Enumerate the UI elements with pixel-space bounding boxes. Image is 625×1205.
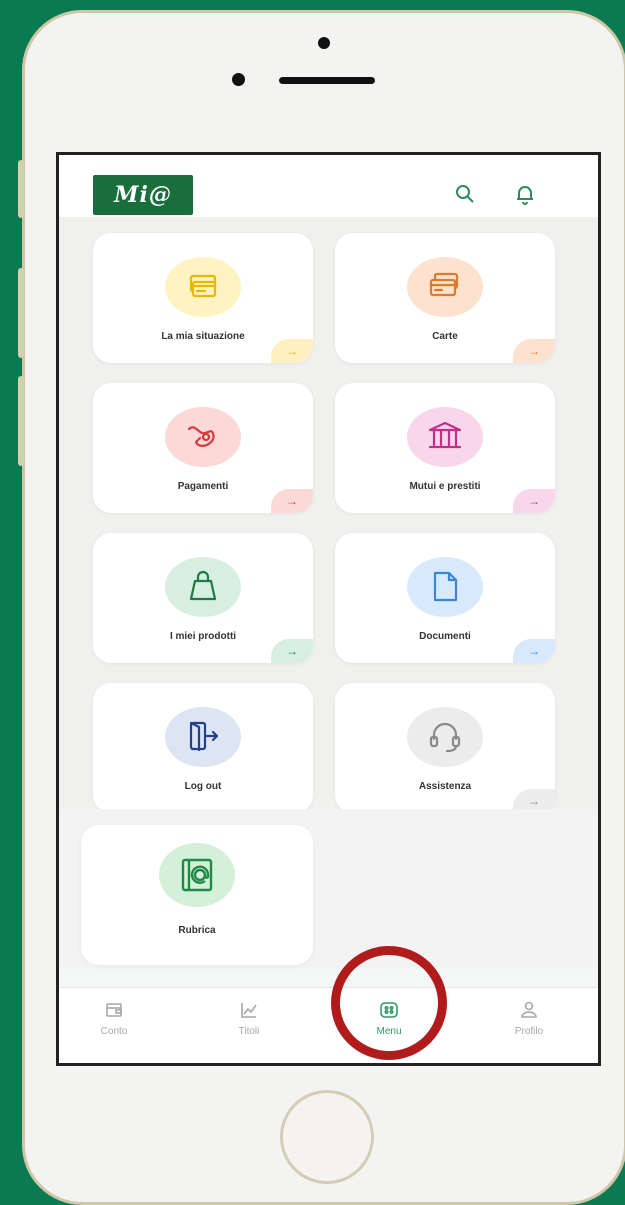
app-screen: Mi@ La mia situazione → Carte → Pagamenti → Mu… xyxy=(56,152,601,1066)
bottom-nav: Conto Titoli Menu Profilo xyxy=(59,987,598,1063)
menu-card-mutui-e-prestiti[interactable]: Mutui e prestiti → xyxy=(335,383,555,513)
phone-volume-down xyxy=(18,376,24,466)
menu-card-la-mia-situazione[interactable]: La mia situazione → xyxy=(93,233,313,363)
address-book-icon xyxy=(181,858,213,892)
credit-cards-icon xyxy=(429,272,459,297)
shopping-bag-icon xyxy=(189,570,217,601)
rubrica-card[interactable]: Rubrica xyxy=(81,825,313,965)
nav-label-titoli: Titoli xyxy=(238,1026,260,1037)
nav-label-conto: Conto xyxy=(100,1026,128,1037)
wallet-icon xyxy=(106,1003,122,1017)
document-icon xyxy=(433,571,458,602)
card-icon-circle xyxy=(165,707,241,767)
payment-hand-icon xyxy=(187,426,215,447)
menu-card-documenti[interactable]: Documenti → xyxy=(335,533,555,663)
front-camera xyxy=(318,37,330,49)
menu-card-i-miei-prodotti[interactable]: I miei prodotti → xyxy=(93,533,313,663)
menu-card-carte[interactable]: Carte → xyxy=(335,233,555,363)
arrow-right-icon[interactable]: → xyxy=(513,339,555,363)
nav-item-profilo[interactable]: Profilo xyxy=(484,1000,574,1037)
card-icon-circle xyxy=(407,257,483,317)
nav-label-profilo: Profilo xyxy=(514,1026,544,1037)
card-icon-circle xyxy=(165,557,241,617)
nav-item-conto[interactable]: Conto xyxy=(69,1000,159,1037)
earpiece-speaker xyxy=(279,77,375,84)
chart-icon xyxy=(241,1003,257,1018)
rubrica-section: Rubrica xyxy=(59,809,598,969)
user-icon xyxy=(521,1001,537,1018)
phone-side-button xyxy=(18,160,24,218)
arrow-right-icon[interactable]: → xyxy=(513,489,555,513)
card-icon-circle xyxy=(165,257,241,317)
logout-door-icon xyxy=(189,721,219,752)
arrow-right-icon[interactable]: → xyxy=(513,639,555,663)
bank-icon xyxy=(428,421,462,449)
menu-card-log-out[interactable]: Log out xyxy=(93,683,313,813)
highlight-circle xyxy=(331,946,447,1060)
arrow-right-icon[interactable]: → xyxy=(271,489,313,513)
phone-volume-up xyxy=(18,268,24,358)
rubrica-icon-circle xyxy=(159,843,235,907)
arrow-right-icon[interactable]: → xyxy=(271,639,313,663)
nav-item-titoli[interactable]: Titoli xyxy=(204,1000,294,1037)
menu-grid: La mia situazione → Carte → Pagamenti → Mutui … xyxy=(59,217,598,813)
arrow-right-icon[interactable]: → xyxy=(271,339,313,363)
card-icon-circle xyxy=(407,707,483,767)
menu-card-pagamenti[interactable]: Pagamenti → xyxy=(93,383,313,513)
card-label: Log out xyxy=(184,781,222,792)
search-icon[interactable] xyxy=(454,183,476,205)
card-icon-circle xyxy=(165,407,241,467)
rubrica-label: Rubrica xyxy=(178,925,216,936)
app-header: Mi@ xyxy=(59,155,598,217)
app-logo: Mi@ xyxy=(93,175,193,215)
bell-icon[interactable] xyxy=(514,183,536,205)
home-button[interactable] xyxy=(280,1090,374,1184)
wallet-cards-icon xyxy=(189,274,217,298)
card-icon-circle xyxy=(407,557,483,617)
headset-icon xyxy=(429,722,461,753)
card-icon-circle xyxy=(407,407,483,467)
menu-card-assistenza[interactable]: Assistenza → xyxy=(335,683,555,813)
proximity-sensor xyxy=(232,73,245,86)
